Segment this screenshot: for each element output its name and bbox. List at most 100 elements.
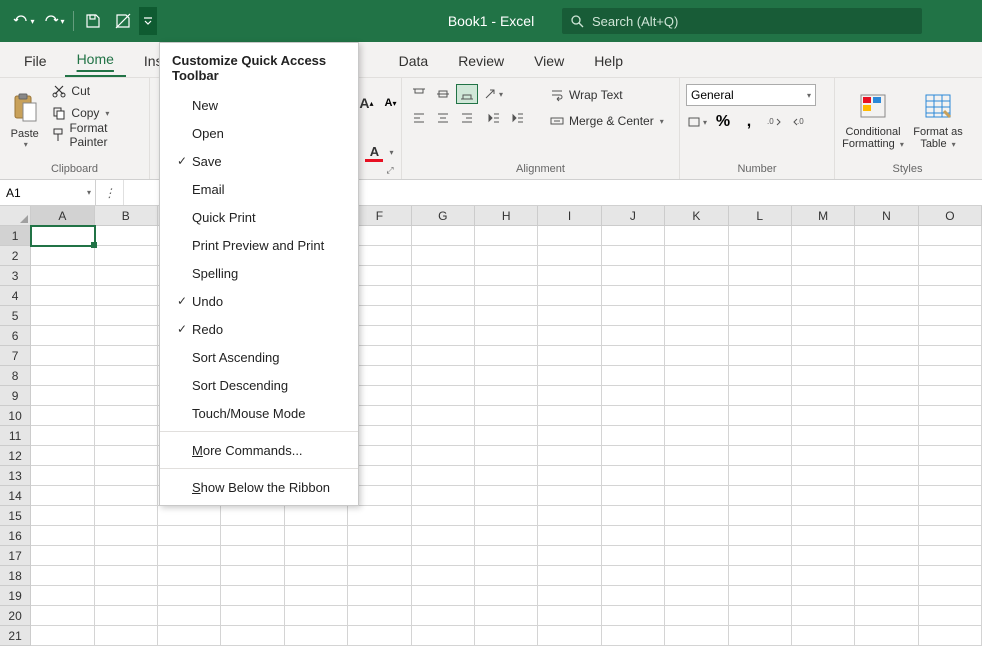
cell[interactable]	[221, 586, 284, 606]
cell[interactable]	[95, 526, 158, 546]
qat-menu-more-commands[interactable]: More Commands...	[160, 436, 358, 464]
cell[interactable]	[792, 346, 855, 366]
cell[interactable]	[538, 386, 601, 406]
cell[interactable]	[348, 526, 411, 546]
cell[interactable]	[538, 626, 601, 646]
cell[interactable]	[729, 626, 792, 646]
cell[interactable]	[95, 306, 158, 326]
column-header[interactable]: K	[665, 206, 728, 226]
cell[interactable]	[665, 306, 728, 326]
comma-button[interactable]: ,	[738, 112, 760, 132]
cell[interactable]	[475, 246, 538, 266]
cell[interactable]	[855, 446, 918, 466]
qat-menu-show-below[interactable]: Show Below the Ribbon	[160, 473, 358, 501]
cell[interactable]	[31, 226, 94, 246]
cell[interactable]	[221, 526, 284, 546]
row-header[interactable]: 18	[0, 566, 31, 586]
cell[interactable]	[919, 586, 982, 606]
cell[interactable]	[475, 606, 538, 626]
dialog-launcher-icon[interactable]: ⤢	[383, 163, 397, 177]
cell[interactable]	[792, 566, 855, 586]
cell[interactable]	[665, 606, 728, 626]
row-header[interactable]: 17	[0, 546, 31, 566]
cell[interactable]	[602, 606, 665, 626]
cell[interactable]	[665, 406, 728, 426]
row-header[interactable]: 9	[0, 386, 31, 406]
orientation-button[interactable]: ▾	[482, 84, 504, 104]
cell[interactable]	[792, 226, 855, 246]
cell[interactable]	[919, 606, 982, 626]
cell[interactable]	[919, 466, 982, 486]
cell[interactable]	[475, 266, 538, 286]
cell[interactable]	[855, 346, 918, 366]
cell[interactable]	[31, 346, 94, 366]
cell[interactable]	[665, 386, 728, 406]
cell[interactable]	[729, 466, 792, 486]
cell[interactable]	[729, 446, 792, 466]
column-header[interactable]: M	[792, 206, 855, 226]
cell[interactable]	[792, 286, 855, 306]
decrease-indent-button[interactable]	[482, 108, 504, 128]
cell[interactable]	[538, 546, 601, 566]
qat-menu-item[interactable]: Spelling	[160, 259, 358, 287]
cell[interactable]	[665, 326, 728, 346]
cell[interactable]	[475, 486, 538, 506]
cell[interactable]	[285, 526, 348, 546]
chevron-down-icon[interactable]: ▾	[389, 148, 393, 157]
cell[interactable]	[602, 506, 665, 526]
cell[interactable]	[31, 506, 94, 526]
cell[interactable]	[602, 406, 665, 426]
format-painter-button[interactable]: Format Painter	[47, 124, 143, 146]
qat-menu-item[interactable]: New	[160, 91, 358, 119]
save-button[interactable]	[79, 7, 107, 35]
row-header[interactable]: 20	[0, 606, 31, 626]
cell[interactable]	[855, 586, 918, 606]
row-header[interactable]: 10	[0, 406, 31, 426]
tab-file[interactable]: File	[12, 45, 59, 77]
cell[interactable]	[855, 466, 918, 486]
cell[interactable]	[538, 606, 601, 626]
cell[interactable]	[475, 286, 538, 306]
cell[interactable]	[412, 426, 475, 446]
cell[interactable]	[602, 426, 665, 446]
align-left-button[interactable]	[408, 108, 430, 128]
cell[interactable]	[919, 486, 982, 506]
cell[interactable]	[95, 286, 158, 306]
cell[interactable]	[475, 586, 538, 606]
cell[interactable]	[221, 626, 284, 646]
cell[interactable]	[919, 246, 982, 266]
cell[interactable]	[855, 426, 918, 446]
cell[interactable]	[729, 526, 792, 546]
column-header[interactable]: B	[95, 206, 158, 226]
row-header[interactable]: 14	[0, 486, 31, 506]
cell[interactable]	[31, 546, 94, 566]
cell[interactable]	[919, 226, 982, 246]
column-header[interactable]: L	[729, 206, 792, 226]
cell[interactable]	[95, 346, 158, 366]
qat-menu-item[interactable]: Email	[160, 175, 358, 203]
cell[interactable]	[538, 506, 601, 526]
cell[interactable]	[95, 366, 158, 386]
cell[interactable]	[158, 506, 221, 526]
cell[interactable]	[665, 246, 728, 266]
row-header[interactable]: 6	[0, 326, 31, 346]
cell[interactable]	[412, 366, 475, 386]
cell[interactable]	[729, 346, 792, 366]
cell[interactable]	[919, 426, 982, 446]
cell[interactable]	[665, 426, 728, 446]
cell[interactable]	[285, 546, 348, 566]
cell[interactable]	[412, 466, 475, 486]
cell[interactable]	[285, 606, 348, 626]
column-header[interactable]: A	[31, 206, 94, 226]
redo-button[interactable]: ▾	[40, 7, 68, 35]
align-middle-button[interactable]	[432, 84, 454, 104]
cell[interactable]	[348, 626, 411, 646]
column-header[interactable]: G	[412, 206, 475, 226]
row-header[interactable]: 13	[0, 466, 31, 486]
cell[interactable]	[602, 306, 665, 326]
cell[interactable]	[538, 446, 601, 466]
cell[interactable]	[729, 586, 792, 606]
cell[interactable]	[919, 566, 982, 586]
cell[interactable]	[792, 446, 855, 466]
cell[interactable]	[855, 506, 918, 526]
